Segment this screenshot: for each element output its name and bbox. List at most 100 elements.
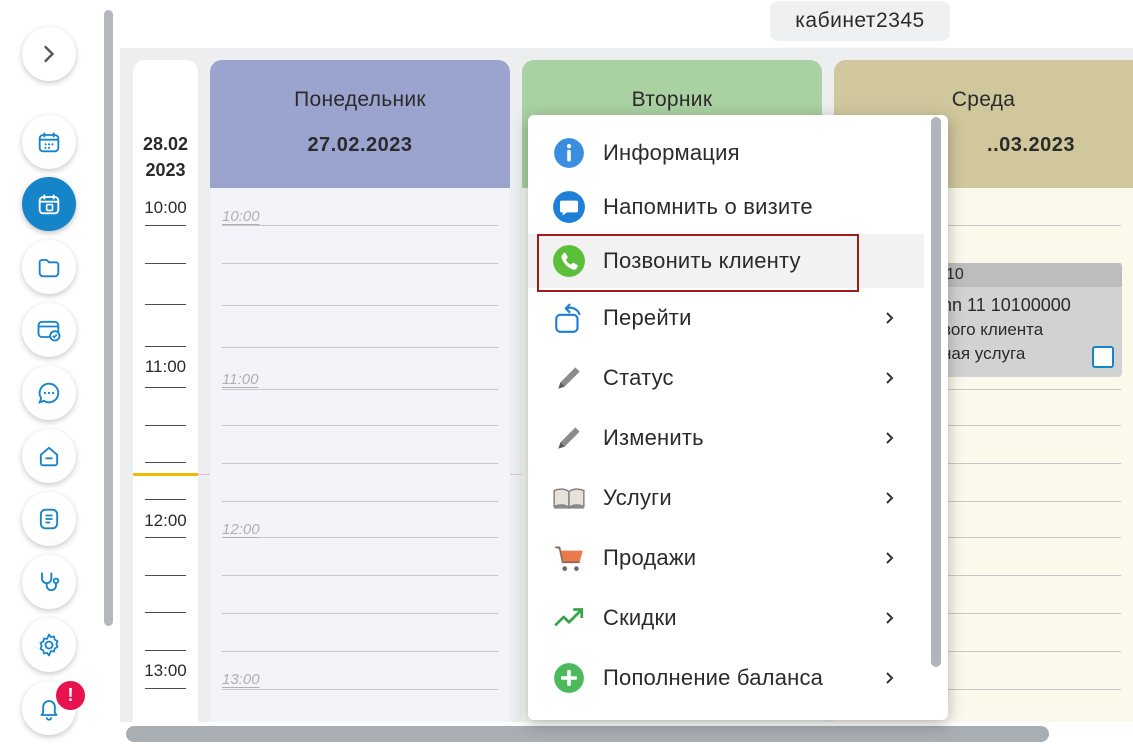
menu-item-label: Скидки xyxy=(603,605,677,630)
current-date-day: 28.02 xyxy=(142,134,189,154)
slot-line xyxy=(222,575,498,576)
chevron-right-icon xyxy=(886,672,894,684)
slot-line xyxy=(222,347,498,348)
time-tick xyxy=(145,387,186,388)
calendar-icon xyxy=(38,132,60,153)
slot-line xyxy=(222,425,498,426)
menu-item-services[interactable]: Услуги xyxy=(528,471,924,525)
info-icon xyxy=(554,138,584,168)
time-tick xyxy=(145,225,186,226)
stethoscope-icon xyxy=(41,572,60,592)
slot-line xyxy=(222,537,498,538)
time-tick xyxy=(145,612,186,613)
time-tick xyxy=(145,575,186,576)
slot-line xyxy=(222,225,498,226)
current-time-marker xyxy=(133,473,198,476)
time-tick xyxy=(145,499,186,500)
day-date: 27.02.2023 xyxy=(307,134,413,156)
documents-button[interactable] xyxy=(22,492,76,546)
calendar-active-icon xyxy=(38,194,60,215)
cart-icon xyxy=(555,546,583,571)
menu-item-info[interactable]: Информация xyxy=(528,126,924,180)
chevron-right-icon xyxy=(886,492,894,504)
medical-button[interactable] xyxy=(22,555,76,609)
chat-button[interactable] xyxy=(22,366,76,420)
chat-icon xyxy=(38,382,60,404)
time-tick xyxy=(145,304,186,305)
menu-item-goto[interactable]: Перейти xyxy=(528,291,924,345)
menu-item-label: Позвонить клиенту xyxy=(603,248,801,273)
notification-badge: ! xyxy=(54,679,87,712)
book-icon xyxy=(553,488,585,509)
appointment-phone: nn 11 10100000 xyxy=(942,295,1071,315)
slot-line xyxy=(222,689,498,690)
menu-item-label: Перейти xyxy=(603,305,692,330)
day-body[interactable]: 10:00 11:00 12:00 13:00 xyxy=(210,188,510,722)
slot-time-label: 10:00 xyxy=(222,208,260,225)
appointment-checkbox[interactable] xyxy=(1092,346,1114,368)
gear-icon xyxy=(39,633,59,657)
folder-button[interactable] xyxy=(22,240,76,294)
chevron-right-icon xyxy=(886,552,894,564)
sidebar-scrollbar[interactable] xyxy=(104,10,113,626)
edit-icon xyxy=(558,427,580,449)
calendar-button[interactable] xyxy=(22,115,76,169)
appointment-client: вого клиента xyxy=(942,320,1044,339)
card-check-icon xyxy=(37,320,61,342)
folder-icon xyxy=(38,259,60,278)
menu-item-label: Изменить xyxy=(603,425,704,450)
expand-sidebar-button[interactable] xyxy=(22,27,76,81)
goto-icon xyxy=(555,303,581,333)
menu-item-edit[interactable]: Изменить xyxy=(528,411,924,465)
menu-item-label: Напомнить о визите xyxy=(603,194,813,219)
time-column-date: 28.02 2023 xyxy=(133,131,198,183)
appointment-card[interactable]: 10 nn 11 10100000 вого клиента ная услуг… xyxy=(924,263,1122,377)
chevron-right-icon xyxy=(44,45,55,63)
menu-scrollbar[interactable] xyxy=(931,117,941,667)
menu-item-status[interactable]: Статус xyxy=(528,351,924,405)
slot-line xyxy=(222,651,498,652)
day-name: Вторник xyxy=(631,88,713,111)
room-selector[interactable]: кабинет2345 xyxy=(770,1,950,41)
schedule-button[interactable] xyxy=(22,177,76,231)
day-name: Понедельник xyxy=(294,88,426,111)
current-date-year: 2023 xyxy=(145,160,186,180)
slot-line xyxy=(222,389,498,390)
pencil-icon xyxy=(558,367,580,389)
day-name: Среда xyxy=(951,88,1016,111)
menu-item-top-up-balance[interactable]: Пополнение баланса xyxy=(528,651,924,705)
time-tick xyxy=(145,263,186,264)
menu-item-label: Продажи xyxy=(603,545,697,570)
menu-item-label: Услуги xyxy=(603,485,672,510)
menu-item-sales[interactable]: Продажи xyxy=(528,531,924,585)
time-tick xyxy=(145,462,186,463)
slot-time-label: 12:00 xyxy=(222,521,260,538)
hour-label: 12:00 xyxy=(144,511,187,530)
slot-time-label: 11:00 xyxy=(222,371,259,388)
document-icon xyxy=(39,508,59,530)
home-button[interactable] xyxy=(22,429,76,483)
context-menu: Информация Напомнить о визите Позвонить … xyxy=(528,115,948,720)
chevron-right-icon xyxy=(886,312,894,324)
home-icon xyxy=(39,446,59,467)
horizontal-scrollbar[interactable] xyxy=(126,726,1049,742)
message-icon xyxy=(553,191,585,223)
menu-item-label: Информация xyxy=(603,140,740,165)
appointment-time: 10 xyxy=(924,263,1122,287)
day-header: Понедельник 27.02.2023 xyxy=(210,60,510,188)
hour-label: 11:00 xyxy=(144,357,187,376)
slot-line xyxy=(222,263,498,264)
phone-icon xyxy=(553,245,585,277)
settings-button[interactable] xyxy=(22,618,76,672)
day-column-monday: Понедельник 27.02.2023 10:00 11:00 12:00 13… xyxy=(210,60,510,722)
slot-line xyxy=(222,501,498,502)
time-tick xyxy=(145,537,186,538)
slot-line xyxy=(222,613,498,614)
payments-button[interactable] xyxy=(22,303,76,357)
slot-time-label: 13:00 xyxy=(222,671,260,688)
menu-item-call-client[interactable]: Позвонить клиенту xyxy=(528,234,924,288)
menu-item-remind[interactable]: Напомнить о визите xyxy=(528,180,924,234)
plus-circle-icon xyxy=(554,663,584,693)
menu-item-discounts[interactable]: Скидки xyxy=(528,591,924,645)
time-tick xyxy=(145,346,186,347)
